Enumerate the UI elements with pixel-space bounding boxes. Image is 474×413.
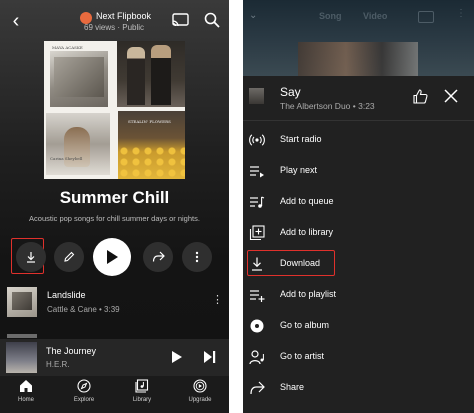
nav-library[interactable]: Library <box>116 379 168 403</box>
skip-next-icon[interactable] <box>203 350 217 364</box>
more-vertical-icon <box>195 251 199 263</box>
edit-button[interactable] <box>54 242 84 272</box>
menu-item-add-to-library[interactable]: Add to library <box>243 219 474 247</box>
menu-item-share[interactable]: Share <box>243 374 474 402</box>
menu-item-label: Go to album <box>280 320 330 330</box>
back-icon[interactable]: ‹ <box>6 10 26 32</box>
menu-item-add-to-playlist[interactable]: Add to playlist <box>243 281 474 309</box>
cover-text: STEALIN' FLOWERS <box>128 119 171 124</box>
menu-item-label: Add to playlist <box>280 289 337 299</box>
download-icon <box>27 252 35 263</box>
menu-item-add-to-queue[interactable]: Add to queue <box>243 188 474 216</box>
more-vertical-icon: ⋮ <box>456 8 466 19</box>
home-icon <box>20 380 32 392</box>
playlist-add-icon <box>250 290 265 302</box>
sheet-song-title: Say <box>280 85 301 99</box>
song-title: Landslide <box>47 290 86 300</box>
share-button[interactable] <box>143 242 173 272</box>
radio-icon <box>249 134 265 146</box>
nav-label: Upgrade <box>188 397 212 403</box>
play-next-icon <box>250 166 264 178</box>
song-meta: Cattle & Cane • 3:39 <box>47 305 120 314</box>
share-icon <box>250 381 265 395</box>
menu-item-label: Start radio <box>280 134 322 144</box>
menu-item-go-to-album[interactable]: Go to album <box>243 312 474 340</box>
menu-item-download[interactable]: Download <box>243 250 474 278</box>
close-icon[interactable] <box>444 89 458 103</box>
next-song-peek <box>7 334 37 338</box>
playlist-owner[interactable]: Next Flipbook <box>96 11 151 21</box>
nav-home[interactable]: Home <box>0 379 52 403</box>
download-icon <box>252 257 262 271</box>
cast-icon <box>418 11 434 23</box>
divider <box>243 120 474 121</box>
artist-icon <box>249 350 264 365</box>
mini-player-title: The Journey <box>46 346 97 356</box>
play-icon <box>107 250 118 264</box>
cover-photo-3 <box>46 113 110 175</box>
thumbs-up-icon[interactable] <box>413 89 428 104</box>
menu-item-go-to-artist[interactable]: Go to artist <box>243 343 474 371</box>
playlist-stats: 69 views · Public <box>84 23 145 32</box>
upgrade-icon <box>193 379 207 393</box>
more-vertical-icon[interactable]: ⋮ <box>212 293 223 306</box>
chevron-down-icon: ⌄ <box>249 10 258 21</box>
nav-label: Explore <box>73 397 95 403</box>
menu-item-play-next[interactable]: Play next <box>243 157 474 185</box>
library-icon <box>135 379 149 393</box>
library-add-icon <box>249 225 265 241</box>
playlist-description: Acoustic pop songs for chill summer days… <box>29 214 200 223</box>
search-icon[interactable] <box>204 12 220 28</box>
compass-icon <box>77 379 91 393</box>
sheet-song-subtitle: The Albertson Duo • 3:23 <box>280 101 375 111</box>
playlist-screen: ‹ Next Flipbook 69 views · Public MAYA A… <box>0 0 229 413</box>
now-playing-background: ⌄ Song Video ⋮ <box>243 0 474 76</box>
cover-photo-2 <box>117 41 185 107</box>
song-thumbnail <box>249 88 264 104</box>
mini-player-artist: H.E.R. <box>46 360 70 369</box>
menu-item-label: Add to queue <box>280 196 334 206</box>
queue-icon <box>250 196 265 208</box>
download-button[interactable] <box>16 242 46 272</box>
bottom-navigation: Home Explore Library Upgrade <box>0 376 229 413</box>
nav-upgrade[interactable]: Upgrade <box>174 379 226 403</box>
tab-video: Video <box>363 11 388 21</box>
nav-label: Library <box>132 397 152 403</box>
menu-item-label: Share <box>280 382 305 392</box>
nav-label: Home <box>17 397 34 403</box>
more-button[interactable] <box>182 242 212 272</box>
share-icon <box>152 251 165 262</box>
cover-photo-1 <box>50 51 108 107</box>
cast-icon[interactable] <box>172 13 189 27</box>
song-options-screen: ⌄ Song Video ⋮ Say The Albertson Duo • 3… <box>243 0 474 413</box>
playlist-cover-art: MAYA ACASKE Carina Sheybell STEALIN' FLO… <box>44 41 185 179</box>
menu-item-label: Download <box>280 258 321 268</box>
song-thumbnail <box>7 287 37 317</box>
mini-player[interactable]: The Journey H.E.R. <box>0 339 229 376</box>
top-bar: ‹ Next Flipbook 69 views · Public <box>0 0 229 42</box>
mini-player-thumbnail <box>6 342 37 373</box>
options-sheet: Say The Albertson Duo • 3:23 Start radio <box>243 76 474 413</box>
cover-text: Carina Sheybell <box>50 156 83 161</box>
menu-item-label: Add to library <box>280 227 334 237</box>
tab-song: Song <box>319 11 342 21</box>
album-icon <box>250 319 264 333</box>
play-icon[interactable] <box>171 350 183 364</box>
pencil-icon <box>64 251 75 262</box>
play-button[interactable] <box>93 238 131 276</box>
cover-text: MAYA ACASKE <box>52 45 83 50</box>
menu-item-label: Play next <box>280 165 318 175</box>
menu-item-start-radio[interactable]: Start radio <box>243 126 474 154</box>
nav-explore[interactable]: Explore <box>58 379 110 403</box>
playlist-title: Summer Chill <box>59 188 170 207</box>
menu-item-label: Go to artist <box>280 351 325 361</box>
playlist-actions <box>0 238 229 278</box>
song-row[interactable]: Landslide Cattle & Cane • 3:39 ⋮ <box>0 285 229 325</box>
